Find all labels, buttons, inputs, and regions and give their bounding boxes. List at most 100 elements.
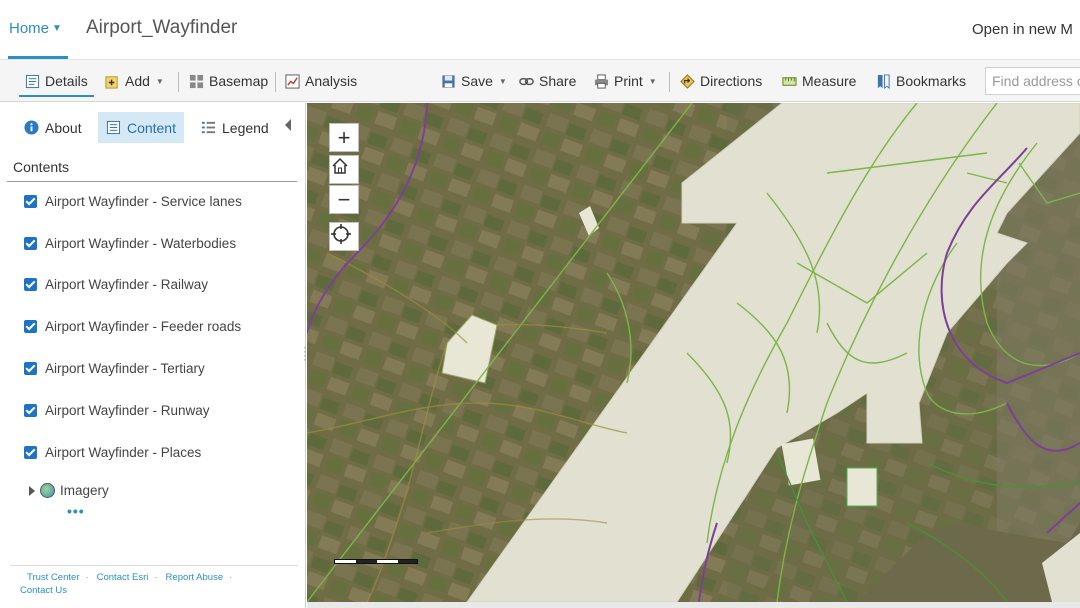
app-title: Airport_Wayfinder [86, 17, 238, 38]
printer-icon [594, 73, 609, 89]
caret-down-icon: ▼ [155, 76, 164, 86]
caret-down-icon: ▼ [648, 76, 657, 86]
toolbar-divider [669, 72, 670, 92]
add-button[interactable]: Add ▼ [105, 70, 164, 92]
layer-label[interactable]: Airport Wayfinder - Waterbodies [45, 236, 236, 251]
layer-item[interactable]: Airport Wayfinder - Tertiary [24, 359, 205, 377]
layer-checkbox[interactable] [24, 403, 37, 417]
tab-about-label: About [45, 119, 82, 136]
layer-item[interactable]: Airport Wayfinder - Feeder roads [24, 317, 241, 335]
layer-checkbox[interactable] [24, 194, 37, 208]
toolbar: Details Add ▼ Basemap Analysis Save ▼ Shar… [0, 59, 1080, 102]
locate-crosshair-icon [331, 224, 351, 244]
contact-esri-link[interactable]: Contact Esri [97, 572, 149, 583]
measure-label: Measure [802, 73, 857, 89]
chevron-down-icon[interactable]: ▼ [52, 23, 62, 34]
layer-checkbox[interactable] [24, 236, 37, 250]
add-icon [105, 75, 118, 89]
layer-label[interactable]: Airport Wayfinder - Feeder roads [45, 319, 241, 334]
contact-us-link[interactable]: Contact Us [20, 585, 67, 596]
directions-label: Directions [700, 73, 763, 89]
home-extent-button[interactable] [329, 155, 359, 184]
tab-legend[interactable]: Legend [193, 112, 277, 143]
add-label: Add [125, 73, 150, 89]
home-label[interactable]: Home [9, 20, 49, 37]
side-panel: About Content Legend Contents Airport Wa… [0, 103, 306, 608]
plus-icon: + [337, 124, 351, 150]
analysis-icon [285, 73, 300, 89]
open-in-new-link[interactable]: Open in new M [972, 21, 1073, 38]
details-label: Details [45, 73, 88, 89]
toolbar-divider [178, 72, 179, 92]
print-button[interactable]: Print ▼ [594, 70, 657, 92]
layer-checkbox[interactable] [24, 277, 37, 291]
tab-legend-label: Legend [222, 119, 269, 136]
home-menu[interactable]: Home ▼ [9, 20, 62, 37]
footer-separator: · [229, 572, 233, 583]
structure-polygon [846, 467, 878, 507]
tab-about[interactable]: About [16, 112, 90, 143]
map-view[interactable]: + − [307, 103, 1080, 602]
basemap-layer-item[interactable]: Imagery [29, 483, 109, 498]
bookmarks-label: Bookmarks [896, 73, 967, 89]
info-icon [24, 120, 39, 135]
minus-icon: − [337, 186, 351, 212]
measure-button[interactable]: Measure [782, 70, 856, 92]
zoom-out-button[interactable]: − [329, 185, 359, 214]
globe-icon [40, 483, 55, 498]
bookmarks-button[interactable]: Bookmarks [876, 70, 966, 92]
directions-button[interactable]: Directions [680, 70, 762, 92]
contents-heading: Contents [13, 159, 70, 175]
basemap-layer-label[interactable]: Imagery [60, 483, 109, 498]
caret-down-icon: ▼ [498, 76, 507, 86]
bookmarks-icon [877, 73, 890, 89]
analysis-button[interactable]: Analysis [285, 70, 357, 92]
layer-label[interactable]: Airport Wayfinder - Service lanes [45, 194, 242, 209]
layer-item[interactable]: Airport Wayfinder - Waterbodies [24, 234, 236, 252]
footer-links: Trust Center · Contact Esri · Report Abuse · … [20, 571, 290, 597]
find-address-input[interactable]: Find address o [985, 67, 1080, 95]
tab-content[interactable]: Content [98, 112, 184, 143]
layer-label[interactable]: Airport Wayfinder - Railway [45, 277, 208, 292]
analysis-label: Analysis [305, 73, 358, 89]
layer-label[interactable]: Airport Wayfinder - Runway [45, 403, 210, 418]
save-label: Save [461, 73, 493, 89]
footer-separator: · [85, 572, 89, 583]
footer-separator: · [154, 572, 158, 583]
layer-label[interactable]: Airport Wayfinder - Tertiary [45, 361, 205, 376]
share-label: Share [539, 73, 577, 89]
layer-item[interactable]: Airport Wayfinder - Railway [24, 275, 208, 293]
more-options-icon[interactable]: ••• [67, 503, 85, 519]
trust-center-link[interactable]: Trust Center [27, 572, 79, 583]
print-label: Print [614, 73, 643, 89]
basemap-button[interactable]: Basemap [189, 70, 268, 92]
footer-divider [10, 565, 298, 566]
layer-item[interactable]: Airport Wayfinder - Places [24, 443, 201, 461]
content-list-icon [106, 120, 121, 135]
legend-list-icon [201, 121, 216, 134]
locate-button[interactable] [329, 222, 359, 251]
collapse-panel-icon[interactable] [285, 119, 291, 131]
layer-item[interactable]: Airport Wayfinder - Service lanes [24, 192, 242, 210]
toolbar-divider [275, 72, 276, 92]
share-button[interactable]: Share [519, 70, 576, 92]
directions-sign-icon [680, 73, 695, 89]
home-icon [332, 157, 348, 174]
layer-checkbox[interactable] [24, 445, 37, 459]
imagery-basemap [307, 103, 1080, 602]
save-disk-icon [442, 74, 455, 88]
layer-checkbox[interactable] [24, 361, 37, 375]
scale-bar [334, 559, 418, 564]
layer-checkbox[interactable] [24, 319, 37, 333]
save-button[interactable]: Save ▼ [441, 70, 507, 92]
zoom-in-button[interactable]: + [329, 123, 359, 152]
layer-label[interactable]: Airport Wayfinder - Places [45, 445, 201, 460]
expand-arrow-icon[interactable] [29, 485, 35, 496]
layer-item[interactable]: Airport Wayfinder - Runway [24, 401, 210, 419]
basemap-label: Basemap [209, 73, 269, 89]
report-abuse-link[interactable]: Report Abuse [166, 572, 224, 583]
details-icon [25, 74, 40, 88]
details-button[interactable]: Details [19, 70, 94, 97]
app-header: Home ▼ Airport_Wayfinder Open in new M [0, 0, 1080, 59]
measure-ruler-icon [782, 76, 797, 86]
